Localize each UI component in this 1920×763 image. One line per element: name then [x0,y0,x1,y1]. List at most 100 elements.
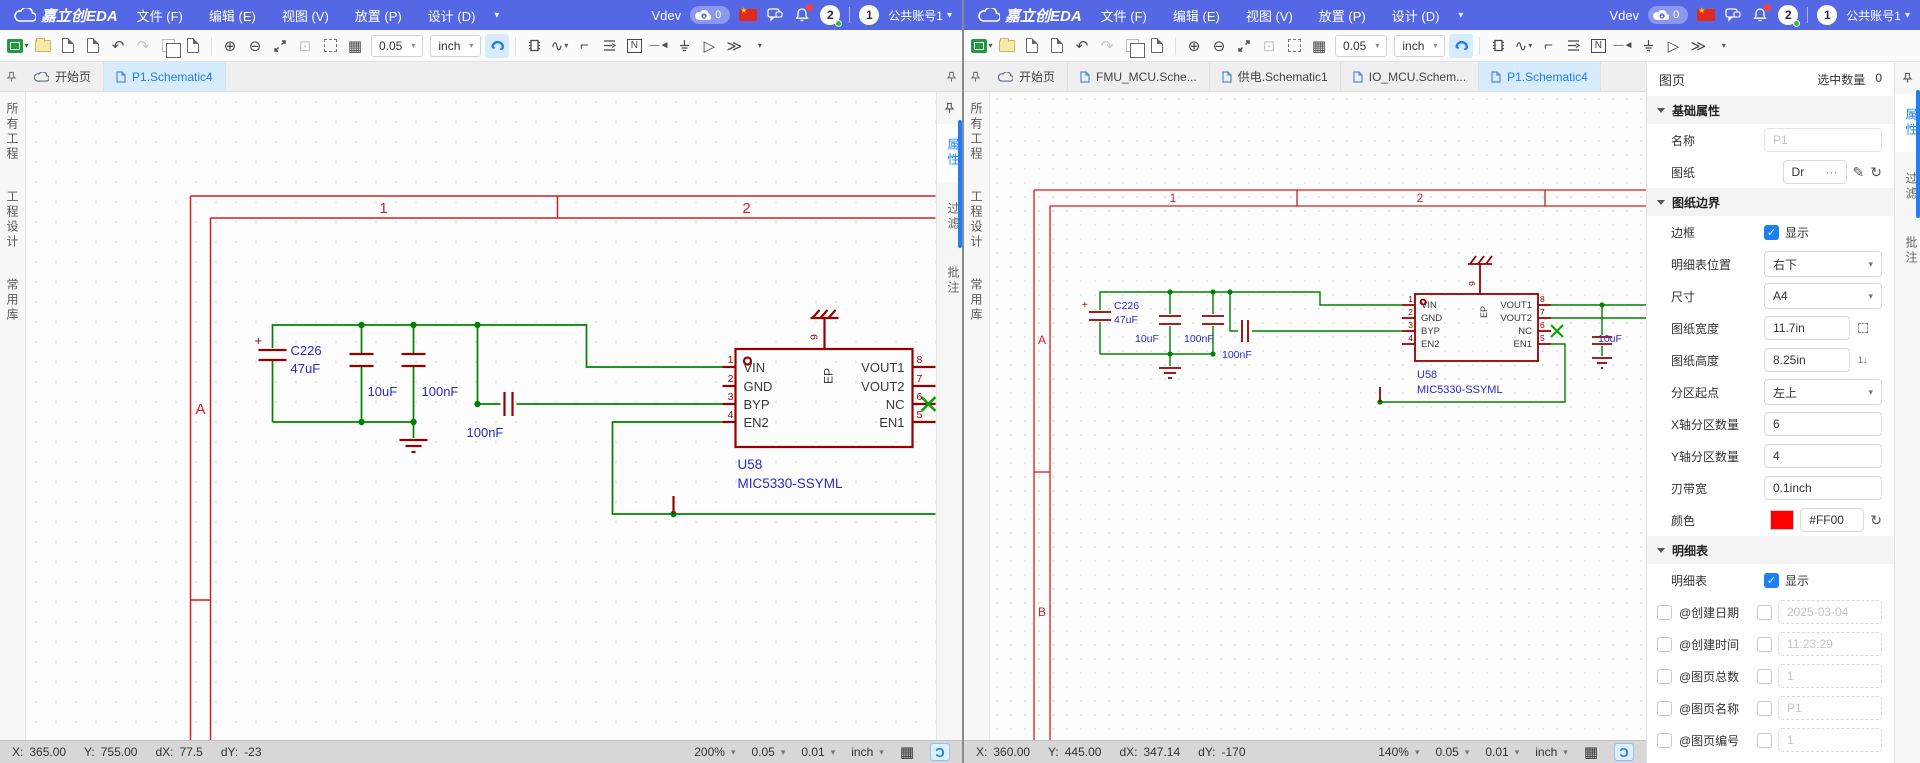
place-component-button[interactable]: ∿▾ [547,34,571,58]
net-label-button[interactable]: N [622,34,646,58]
meta-value-checkbox[interactable] [1757,733,1772,748]
grid-size-select[interactable]: 0.05▾ [371,35,423,57]
feedback-icon[interactable] [1724,6,1742,24]
unit-select-status[interactable]: inch▾ [851,745,884,759]
menu-view[interactable]: 视图 (V) [269,0,342,30]
port-button[interactable]: ▷ [1661,34,1685,58]
sheet-height-input[interactable] [1764,348,1850,372]
zoom-level-select[interactable]: 140%▾ [1378,745,1419,759]
more-tools-button[interactable]: ≫ [722,34,746,58]
account-menu[interactable]: 公共账号1 ▾ [888,7,952,24]
place-component-button[interactable]: ∿▾ [1511,34,1535,58]
menu-more-chevron-icon[interactable]: ▾ [488,10,505,21]
unit-select[interactable]: inch▾ [1394,35,1445,57]
dock-tab-project-design[interactable]: 工程设计 [968,190,985,250]
redo-button[interactable]: ↷ [1095,34,1119,58]
new-file-button[interactable] [56,34,80,58]
feedback-icon[interactable] [766,6,784,24]
place-bus-button[interactable] [1561,34,1585,58]
zoom-in-button[interactable]: ⊕ [218,34,242,58]
tab-io-mcu-schematic[interactable]: IO_MCU.Schem... [1341,62,1479,91]
new-file-button[interactable] [1020,34,1044,58]
tab-power-schematic1[interactable]: 供电.Schematic1 [1210,62,1341,91]
color-swatch[interactable] [1770,510,1794,530]
unit-select-status[interactable]: inch▾ [1535,745,1568,759]
zoom-level-select[interactable]: 200%▾ [694,745,735,759]
pin-panel-icon[interactable] [937,98,962,118]
section-bom[interactable]: 明细表 [1647,536,1894,564]
sheet-style-box[interactable]: Dr··· [1783,160,1847,184]
save-button[interactable] [81,34,105,58]
notification-bell-icon[interactable] [793,6,811,24]
meta-checkbox[interactable] [1657,605,1672,620]
zoom-in-button[interactable]: ⊕ [1182,34,1206,58]
snap-grid-select[interactable]: 0.05▾ [751,745,785,759]
china-flag-icon[interactable]: ★ [739,9,757,21]
refresh-icon[interactable]: ↻ [1870,164,1882,181]
account-menu[interactable]: 公共账号1 ▾ [1846,7,1910,24]
menu-more-chevron-icon[interactable]: ▾ [1452,10,1469,21]
collaborator-avatar[interactable]: 2 [820,5,840,25]
grid-size-select[interactable]: 0.05▾ [1335,35,1387,57]
grid-settings-button[interactable]: ▦ [343,34,367,58]
pin-tabs-icon[interactable] [940,62,962,91]
color-hex-input[interactable] [1800,508,1864,532]
place-wire-button[interactable]: ⌐ [1536,34,1560,58]
project-manager-button[interactable]: ▾ [6,34,30,58]
section-basic-properties[interactable]: 基础属性 [1647,96,1894,124]
menu-design[interactable]: 设计 (D) [415,0,489,30]
dock-tab-annotation[interactable]: 批注 [937,252,962,310]
alt-grid-select[interactable]: 0.01▾ [1485,745,1519,759]
grid-toggle-icon[interactable]: ▦ [900,743,914,761]
ground-flag-button[interactable] [672,34,696,58]
net-flag-button[interactable]: —◄ [1611,34,1635,58]
app-logo[interactable]: 嘉立创EDA [972,5,1088,26]
link-dimensions-icon[interactable] [1858,323,1868,333]
select-area-button[interactable] [318,34,342,58]
dock-tab-annotation[interactable]: 批注 [1895,222,1920,280]
meta-checkbox[interactable] [1657,733,1672,748]
menu-place[interactable]: 放置 (P) [1306,0,1379,30]
redo-button[interactable]: ↷ [131,34,155,58]
snap-grid-select[interactable]: 0.05▾ [1435,745,1469,759]
snap-toggle-icon[interactable]: Ɔ [930,743,950,761]
dock-tab-common-library[interactable]: 常用库 [968,278,985,323]
tab-start-page[interactable]: 开始页 [22,62,104,91]
china-flag-icon[interactable]: ★ [1697,9,1715,21]
place-symbol-button[interactable] [1486,34,1510,58]
menu-design[interactable]: 设计 (D) [1379,0,1453,30]
workspace-name[interactable]: Vdev [1610,8,1640,23]
grid-settings-button[interactable]: ▦ [1307,34,1331,58]
bom-position-select[interactable]: 右下▾ [1764,251,1882,277]
name-input[interactable] [1764,128,1882,152]
page-total-input[interactable] [1778,664,1882,688]
pin-tabs-icon[interactable] [964,62,986,91]
page-number-input[interactable] [1778,728,1882,752]
copy-button[interactable] [156,34,180,58]
meta-value-checkbox[interactable] [1757,605,1772,620]
meta-value-checkbox[interactable] [1757,669,1772,684]
edit-pencil-icon[interactable]: ✎ [1853,164,1865,181]
fit-view-button[interactable] [268,34,292,58]
meta-checkbox[interactable] [1657,637,1672,652]
zoom-selection-button[interactable]: ⊡ [1257,34,1281,58]
alt-grid-select[interactable]: 0.01▾ [801,745,835,759]
collaborator-avatar[interactable]: 2 [1778,5,1798,25]
tab-p1-schematic4[interactable]: P1.Schematic4 [104,62,226,91]
copy-button[interactable] [1120,34,1144,58]
snap-mode-button[interactable] [1449,34,1473,58]
menu-file[interactable]: 文件 (F) [1088,0,1160,30]
select-area-button[interactable] [1282,34,1306,58]
sheet-size-select[interactable]: A4▾ [1764,283,1882,309]
unit-select[interactable]: inch▾ [430,35,481,57]
dock-tab-all-projects[interactable]: 所有工程 [968,102,985,162]
dock-tab-common-library[interactable]: 常用库 [4,278,21,323]
user-avatar[interactable]: 1 [859,5,879,25]
toolbar-overflow-button[interactable]: ▾ [747,34,771,58]
notification-bell-icon[interactable] [1751,6,1769,24]
paste-button[interactable] [1145,34,1169,58]
open-folder-button[interactable] [31,34,55,58]
schematic-canvas[interactable]: 1 2 A [26,92,936,740]
undo-button[interactable]: ↶ [106,34,130,58]
workspace-name[interactable]: Vdev [652,8,682,23]
